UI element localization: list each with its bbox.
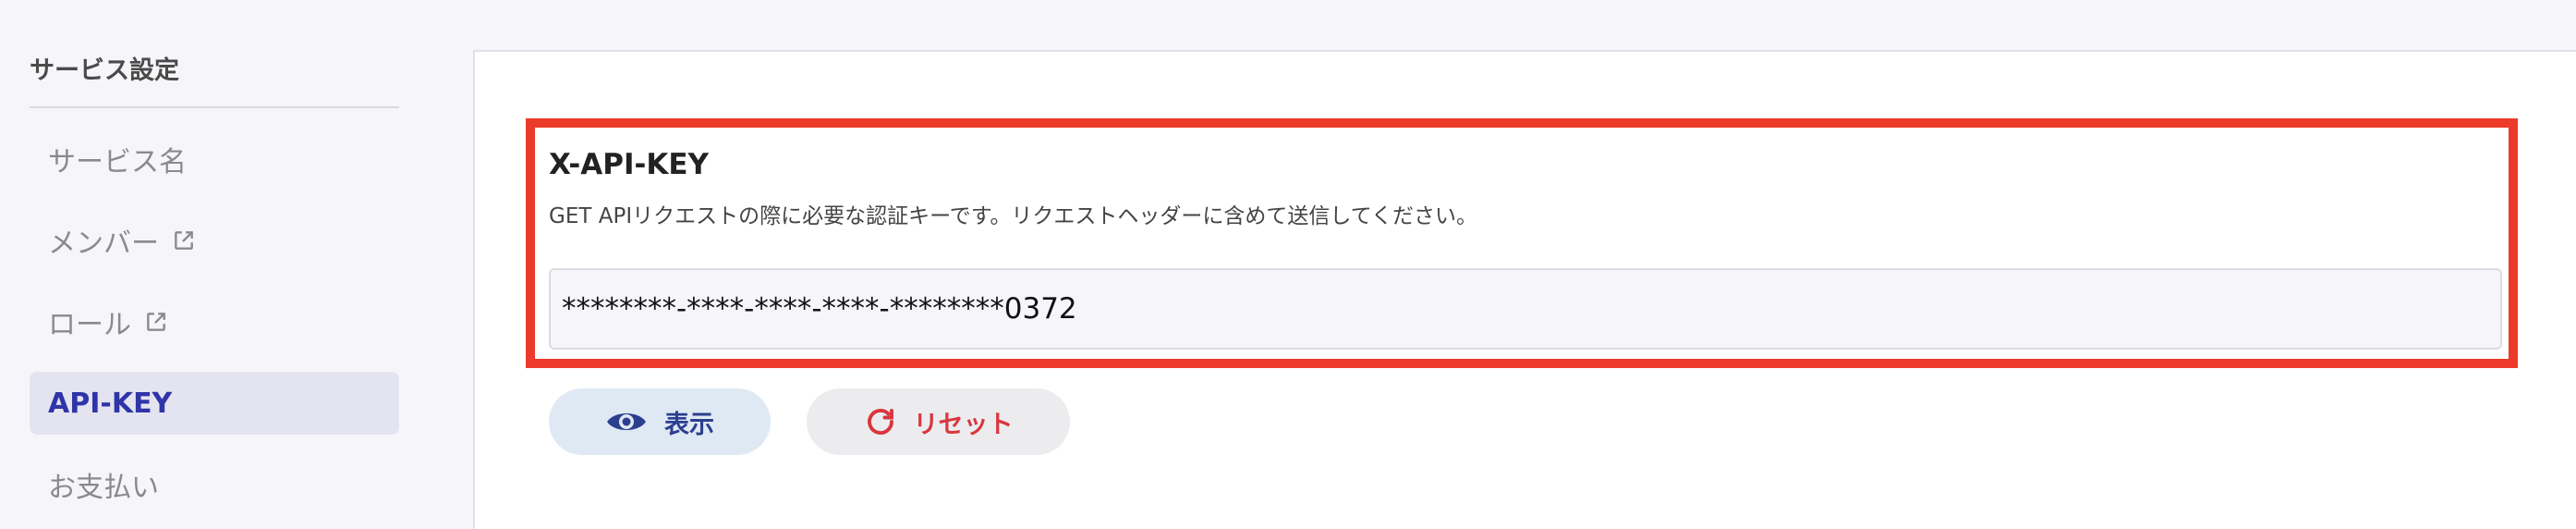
sidebar-item-service-name[interactable]: サービス名 — [30, 128, 399, 191]
sidebar-item-api-key[interactable]: API-KEY — [30, 372, 399, 435]
sidebar-item-label: メンバー — [48, 228, 159, 260]
show-button[interactable]: 表示 — [549, 388, 771, 455]
external-link-icon — [172, 228, 196, 252]
api-key-description: GET APIリクエストの際に必要な認証キーです。リクエストヘッダーに含めて送信… — [549, 204, 1478, 228]
sidebar-divider — [30, 106, 399, 108]
external-link-icon — [144, 310, 168, 334]
refresh-icon — [864, 405, 897, 438]
sidebar-item-roles[interactable]: ロール — [30, 290, 399, 353]
reset-button[interactable]: リセット — [807, 388, 1070, 455]
sidebar-item-label: API-KEY — [48, 387, 173, 420]
reset-button-label: リセット — [913, 410, 1014, 439]
sidebar: サービス設定 サービス名 メンバー ロール API-KEY お支払い — [0, 0, 434, 529]
sidebar-item-label: ロール — [48, 309, 131, 341]
api-key-title: X-API-KEY — [549, 148, 709, 181]
show-button-label: 表示 — [664, 410, 714, 439]
eye-icon — [605, 408, 648, 436]
sidebar-item-label: サービス名 — [48, 146, 187, 178]
sidebar-item-label: お支払い — [48, 472, 159, 504]
sidebar-item-billing[interactable]: お支払い — [30, 453, 399, 516]
api-key-value: ********-****-****-****-********0372 — [562, 292, 1077, 326]
sidebar-title: サービス設定 — [30, 56, 179, 85]
sidebar-item-members[interactable]: メンバー — [30, 209, 399, 272]
api-key-field[interactable]: ********-****-****-****-********0372 — [549, 268, 2502, 350]
